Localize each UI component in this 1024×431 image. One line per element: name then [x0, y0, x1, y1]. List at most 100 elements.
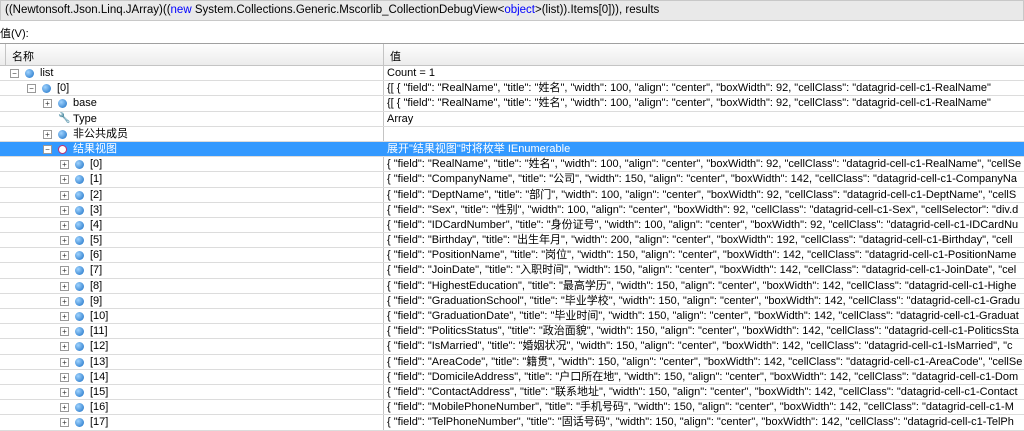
expand-icon[interactable]: + — [60, 327, 69, 337]
expand-icon[interactable]: + — [60, 312, 69, 321]
row-value: { "field": "TelPhoneNumber", "title": "固… — [387, 416, 1014, 429]
name-cell: + [12] — [0, 339, 384, 354]
expand-icon[interactable]: + — [60, 205, 69, 215]
expand-icon[interactable]: + — [60, 403, 69, 413]
name-cell: + [2] — [0, 187, 384, 202]
row-name: [12] — [90, 340, 109, 353]
name-cell: + [10] — [0, 309, 384, 324]
row-value: Count = 1 — [387, 67, 436, 79]
row-name: [4] — [90, 218, 103, 231]
tree-row[interactable]: + 非公共成员 — [0, 126, 1024, 142]
row-value: { "field": "JoinDate", "title": "入职时间", … — [387, 264, 1017, 277]
row-name: [1] — [90, 173, 103, 186]
expand-icon[interactable]: + — [60, 296, 69, 306]
row-name: 非公共成员 — [73, 127, 128, 140]
tree-row[interactable]: + [9] { "field": "GraduationSchool", "titl… — [0, 293, 1024, 309]
row-name: [16] — [90, 401, 109, 414]
row-name: [0] — [57, 82, 70, 95]
expand-icon[interactable]: + — [60, 175, 69, 185]
expression-text: >(list)).Items[0])), results — [535, 4, 660, 16]
name-cell: + base — [0, 96, 384, 111]
row-name: [9] — [90, 294, 103, 307]
tree-row[interactable]: − 结果视图 展开"结果视图"时将枚举 IEnumerable — [0, 141, 1024, 158]
expression-input[interactable]: ((Newtonsoft.Json.Linq.JArray)((new Syst… — [0, 0, 1024, 21]
value-label: 值(V): — [0, 28, 29, 40]
expand-icon[interactable]: + — [43, 99, 52, 109]
row-value: 展开"结果视图"时将枚举 IEnumerable — [387, 142, 571, 155]
object-icon — [58, 129, 67, 139]
name-cell: 🔧 Type — [0, 111, 384, 126]
name-cell: + [0] — [0, 157, 384, 172]
tree-row[interactable]: 🔧 Type Array — [0, 111, 1024, 127]
expand-icon[interactable]: + — [60, 190, 69, 200]
tree-row[interactable]: + [1] { "field": "CompanyName", "title": "… — [0, 172, 1024, 188]
tree-row[interactable]: + [6] { "field": "PositionName", "title": … — [0, 248, 1024, 264]
expand-icon[interactable]: + — [60, 357, 69, 367]
expand-icon[interactable]: + — [43, 129, 52, 139]
expand-icon[interactable]: + — [60, 266, 69, 276]
tree-row[interactable]: + [12] { "field": "IsMarried", "title": "婚… — [0, 339, 1024, 355]
row-value: { "field": "ContactAddress", "title": "联… — [387, 385, 1018, 398]
collapse-icon[interactable]: − — [43, 144, 52, 154]
name-cell: − 结果视图 — [0, 141, 384, 157]
tree-row[interactable]: + [16] { "field": "MobilePhoneNumber", "ti… — [0, 400, 1024, 416]
expand-icon[interactable]: + — [60, 342, 69, 352]
tree-row[interactable]: + [15] { "field": "ContactAddress", "title… — [0, 384, 1024, 401]
row-value: Array — [387, 112, 414, 125]
tree-row[interactable]: + [17] { "field": "TelPhoneNumber", "title… — [0, 415, 1024, 431]
tree-row[interactable]: + [5] { "field": "Birthday", "title": "出生年… — [0, 233, 1024, 249]
collapse-icon[interactable]: − — [10, 69, 19, 78]
object-icon — [75, 312, 84, 321]
row-name: [0] — [90, 158, 103, 171]
tree-row[interactable]: + [0] { "field": "RealName", "title": "姓名"… — [0, 157, 1024, 173]
expand-icon[interactable]: + — [60, 372, 69, 382]
expand-icon[interactable]: + — [60, 418, 69, 428]
row-name: [10] — [90, 310, 109, 322]
tree-row[interactable]: + [3] { "field": "Sex", "title": "性别", "wi… — [0, 202, 1024, 218]
tree-row[interactable]: − list Count = 1 — [0, 66, 1024, 82]
row-name: [8] — [90, 279, 103, 292]
row-value: { "field": "PoliticsStatus", "title": "政… — [387, 325, 1019, 338]
results-view-icon — [58, 144, 67, 154]
object-icon — [42, 84, 51, 94]
object-icon — [75, 372, 84, 382]
object-icon — [75, 342, 84, 352]
row-name: [13] — [90, 355, 109, 368]
row-name: Type — [73, 112, 97, 125]
column-header-name[interactable]: 名称 — [6, 44, 384, 65]
row-name: list — [40, 67, 54, 79]
tree-row[interactable]: + [4] { "field": "IDCardNumber", "title": … — [0, 217, 1024, 234]
tree-row[interactable]: + base {[ { "field": "RealName", "title": … — [0, 96, 1024, 112]
expand-icon[interactable]: + — [60, 160, 69, 170]
tree-row[interactable]: + [2] { "field": "DeptName", "title": "部门"… — [0, 187, 1024, 203]
tree-row[interactable]: + [11] { "field": "PoliticsStatus", "title… — [0, 324, 1024, 340]
row-name: 结果视图 — [73, 142, 117, 155]
row-name: [15] — [90, 385, 109, 398]
tree-row[interactable]: + [7] { "field": "JoinDate", "title": "入职时… — [0, 263, 1024, 279]
name-cell: + [7] — [0, 263, 384, 278]
expand-icon[interactable]: + — [60, 220, 69, 230]
row-name: [6] — [90, 249, 103, 262]
collapse-icon[interactable]: − — [27, 84, 36, 94]
expand-icon[interactable]: + — [60, 251, 69, 261]
row-value: { "field": "IDCardNumber", "title": "身份证… — [387, 218, 1019, 231]
expand-icon[interactable]: + — [60, 281, 69, 291]
row-value: { "field": "AreaCode", "title": "籍贯", "w… — [387, 355, 1023, 368]
expand-icon[interactable]: + — [60, 387, 69, 397]
name-cell: + [8] — [0, 278, 384, 293]
tree-row[interactable]: + [14] { "field": "DomicileAddress", "titl… — [0, 369, 1024, 385]
object-icon — [75, 327, 84, 337]
object-icon — [75, 205, 84, 215]
object-icon — [75, 296, 84, 306]
row-name: base — [73, 97, 97, 110]
row-value: { "field": "DeptName", "title": "部门", "w… — [387, 188, 1017, 201]
column-header-value[interactable]: 值 — [384, 44, 1024, 65]
tree-row[interactable]: + [13] { "field": "AreaCode", "title": "籍贯… — [0, 354, 1024, 370]
row-name: [5] — [90, 234, 103, 247]
expand-icon[interactable]: + — [60, 236, 69, 246]
name-cell: + [3] — [0, 202, 384, 217]
row-value: { "field": "RealName", "title": "姓名", "w… — [387, 158, 1022, 171]
tree-row[interactable]: + [10] { "field": "GraduationDate", "title… — [0, 309, 1024, 325]
tree-row[interactable]: + [8] { "field": "HighestEducation", "titl… — [0, 278, 1024, 294]
tree-row[interactable]: − [0] {[ { "field": "RealName", "title": "… — [0, 81, 1024, 97]
